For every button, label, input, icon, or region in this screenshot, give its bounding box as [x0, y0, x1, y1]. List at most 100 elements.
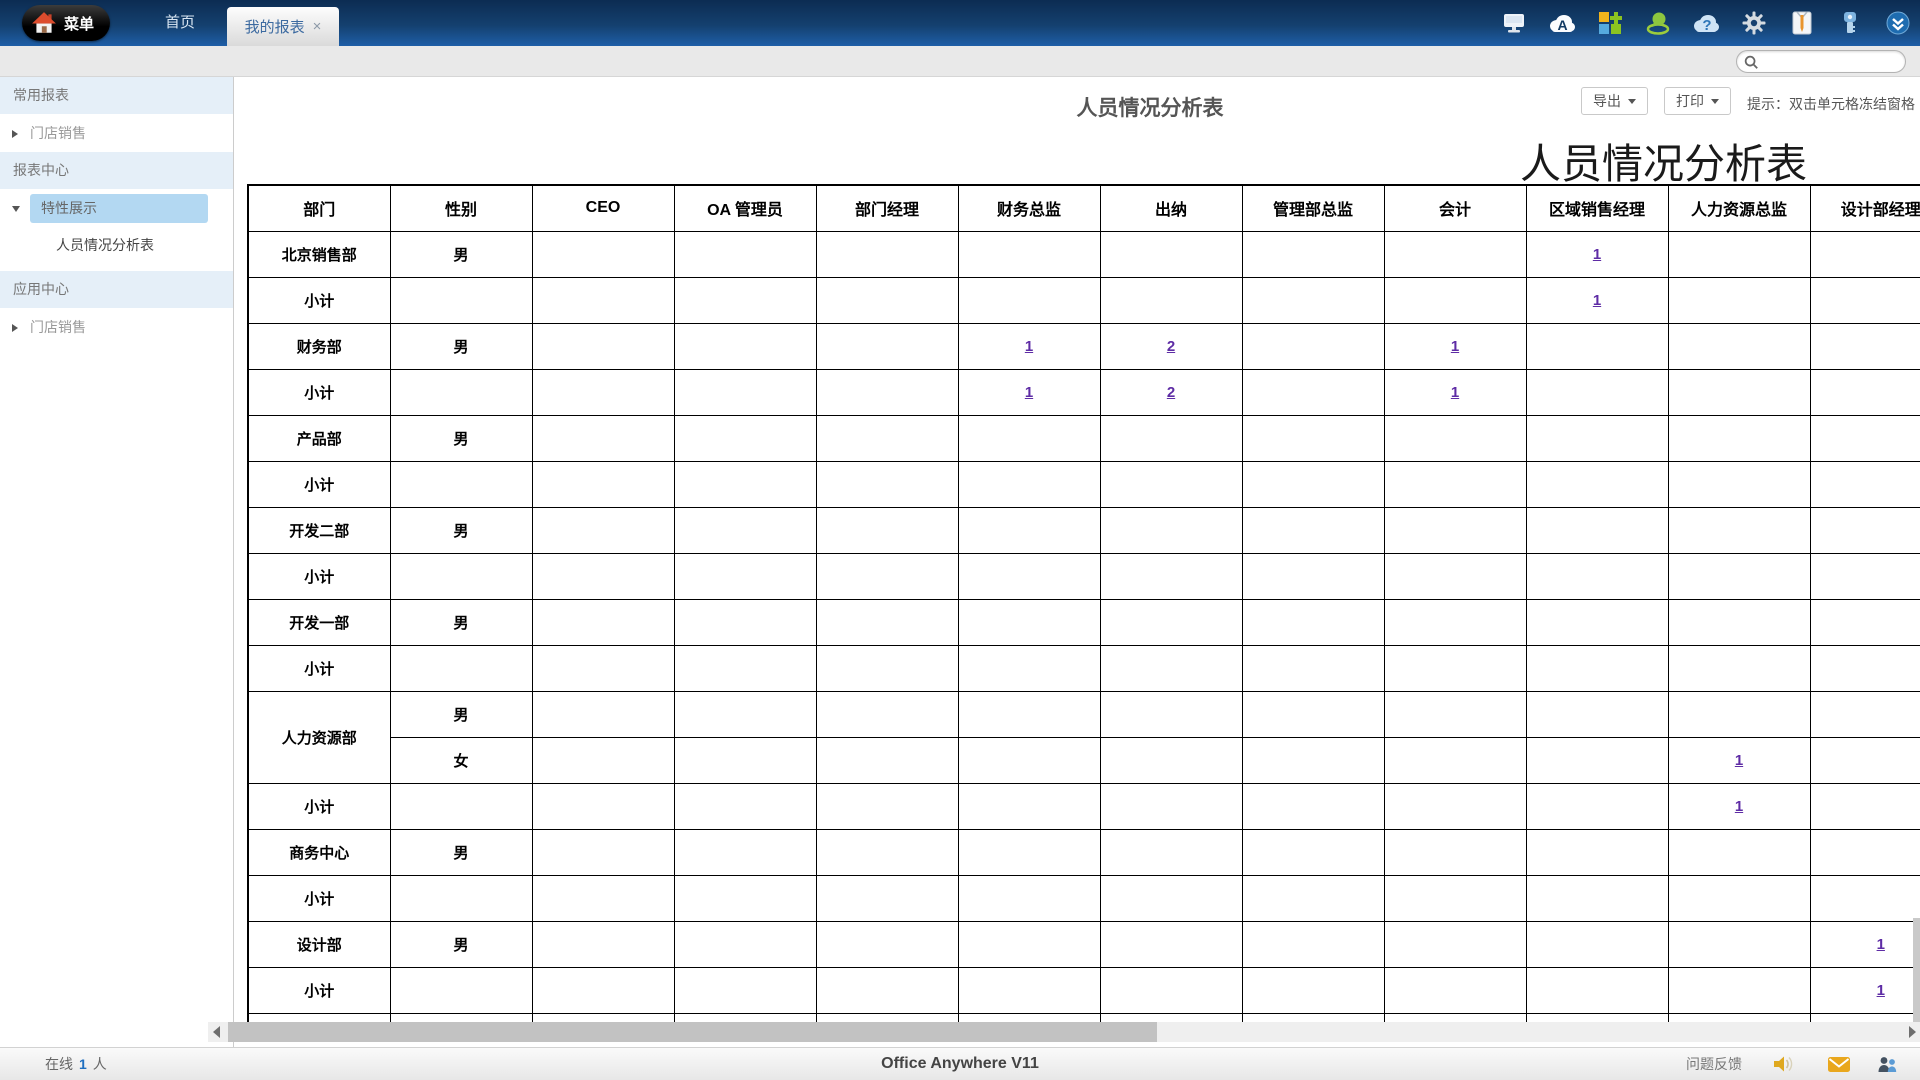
sidebar-section-app-center[interactable]: 应用中心	[0, 271, 233, 308]
tab-home[interactable]: 首页	[140, 0, 220, 46]
sidebar-section-common-reports[interactable]: 常用报表	[0, 77, 233, 114]
vertical-scrollbar-thumb[interactable]	[1913, 918, 1920, 1022]
cloud-a-icon[interactable]: A	[1548, 9, 1576, 37]
count-link[interactable]: 2	[1167, 384, 1175, 401]
value-cell	[1242, 415, 1384, 461]
scroll-right-arrow-icon[interactable]	[1909, 1026, 1916, 1038]
tab-my-reports[interactable]: 我的报表 ×	[227, 7, 339, 46]
value-cell	[1100, 553, 1242, 599]
value-cell	[1668, 829, 1810, 875]
value-cell	[1242, 461, 1384, 507]
menu-label: 菜单	[64, 13, 94, 34]
horizontal-scrollbar[interactable]	[208, 1022, 1920, 1042]
table-row: 商务中心男	[248, 829, 1920, 875]
value-cell	[1526, 737, 1668, 783]
value-cell	[1100, 231, 1242, 277]
value-cell	[1526, 507, 1668, 553]
gender-cell	[390, 461, 532, 507]
value-cell	[1526, 921, 1668, 967]
app-window: 菜单 首页 我的报表 × A	[0, 0, 1920, 1080]
apps-grid-icon[interactable]	[1596, 9, 1624, 37]
sheet-title: 人员情况分析表	[1520, 130, 1807, 190]
value-cell	[958, 415, 1100, 461]
count-link[interactable]: 1	[1593, 246, 1601, 263]
value-cell: 1	[1526, 277, 1668, 323]
value-cell	[1242, 231, 1384, 277]
value-cell	[958, 829, 1100, 875]
dept-cell	[248, 1013, 390, 1022]
value-cell	[1668, 875, 1810, 921]
search-box[interactable]	[1736, 50, 1906, 73]
help-cloud-icon[interactable]: ?	[1692, 9, 1720, 37]
value-cell	[816, 277, 958, 323]
people-icon[interactable]	[1875, 1053, 1899, 1075]
scrollbar-thumb[interactable]	[228, 1022, 1157, 1042]
value-cell	[1242, 1013, 1384, 1022]
dept-cell: 开发一部	[248, 599, 390, 645]
value-cell	[674, 507, 816, 553]
scroll-left-arrow-icon[interactable]	[213, 1026, 220, 1038]
count-link[interactable]: 1	[1735, 752, 1743, 769]
speaker-icon[interactable]	[1772, 1053, 1796, 1075]
dept-cell: 设计部	[248, 921, 390, 967]
value-cell	[1100, 783, 1242, 829]
count-link[interactable]: 1	[1877, 982, 1885, 999]
gender-cell: 男	[390, 599, 532, 645]
value-cell	[1384, 967, 1526, 1013]
count-link[interactable]: 1	[1735, 798, 1743, 815]
monitor-icon[interactable]	[1500, 9, 1528, 37]
product-name: Office Anywhere V11	[0, 1048, 1920, 1080]
value-cell	[1100, 507, 1242, 553]
collapse-chevron-icon[interactable]	[1884, 9, 1912, 37]
value-cell: 1	[1384, 369, 1526, 415]
count-link[interactable]: 1	[1451, 384, 1459, 401]
value-cell	[1668, 507, 1810, 553]
value-cell	[1810, 829, 1920, 875]
export-button[interactable]: 导出	[1581, 87, 1648, 115]
topbar-icon-row: A ?	[1500, 9, 1912, 37]
value-cell: 1	[958, 369, 1100, 415]
gender-cell: 女	[390, 737, 532, 783]
value-cell	[1242, 323, 1384, 369]
count-link[interactable]: 1	[1877, 936, 1885, 953]
count-link[interactable]: 2	[1167, 338, 1175, 355]
value-cell	[1100, 461, 1242, 507]
count-link[interactable]: 1	[1593, 292, 1601, 309]
table-row: 女1	[248, 737, 1920, 783]
close-icon[interactable]: ×	[313, 19, 322, 34]
sidebar-section-report-center[interactable]: 报表中心	[0, 152, 233, 189]
dept-cell: 小计	[248, 277, 390, 323]
feedback-link[interactable]: 问题反馈	[1686, 1048, 1742, 1080]
sidebar-item-personnel-report[interactable]: 人员情况分析表	[0, 227, 233, 264]
sidebar-item-store-sales-1[interactable]: 门店销售	[0, 115, 233, 152]
count-link[interactable]: 1	[1025, 338, 1033, 355]
value-cell	[1810, 599, 1920, 645]
count-link[interactable]: 1	[1025, 384, 1033, 401]
shirt-tie-icon[interactable]	[1788, 9, 1816, 37]
sub-bar	[0, 46, 1920, 77]
table-row: 人力资源部男	[248, 691, 1920, 737]
value-cell	[1526, 783, 1668, 829]
value-cell	[1100, 599, 1242, 645]
value-cell	[1384, 599, 1526, 645]
sidebar-item-feature-demo[interactable]: 特性展示	[0, 190, 233, 227]
value-cell	[1384, 507, 1526, 553]
key-icon[interactable]	[1836, 9, 1864, 37]
value-cell	[816, 967, 958, 1013]
print-button[interactable]: 打印	[1664, 87, 1731, 115]
value-cell	[1810, 369, 1920, 415]
value-cell	[816, 783, 958, 829]
menu-button[interactable]: 菜单	[22, 5, 110, 41]
count-link[interactable]: 1	[1451, 338, 1459, 355]
dept-cell: 小计	[248, 461, 390, 507]
value-cell: 1	[1810, 921, 1920, 967]
sidebar-item-store-sales-2[interactable]: 门店销售	[0, 309, 233, 346]
mail-icon[interactable]	[1827, 1053, 1851, 1075]
value-cell	[816, 415, 958, 461]
value-cell	[1526, 553, 1668, 599]
gear-icon[interactable]	[1740, 9, 1768, 37]
chat-person-icon[interactable]	[1644, 9, 1672, 37]
search-input[interactable]	[1759, 54, 1889, 70]
value-cell	[1526, 645, 1668, 691]
column-header-2: 性别	[390, 185, 532, 231]
